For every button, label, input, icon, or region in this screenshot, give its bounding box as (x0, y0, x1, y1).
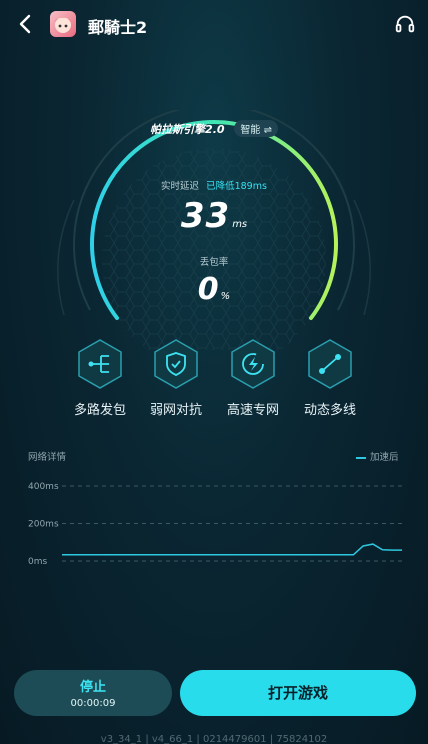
ping-readout: 33 ms (0, 196, 428, 236)
feature-label: 弱网对抗 (149, 403, 202, 418)
stop-button[interactable]: 停止 00:00:09 (14, 670, 172, 716)
latency-drop: 已降低189ms (206, 181, 267, 192)
ping-value: 33 (180, 196, 231, 236)
loss-unit: % (220, 291, 231, 302)
y-tick-label: 200ms (28, 520, 59, 530)
headset-icon[interactable] (394, 13, 416, 35)
feature-multipath[interactable]: 多路发包 (60, 338, 140, 418)
lightning-icon (231, 339, 275, 389)
game-icon (50, 11, 76, 37)
top-bar: 郵騎士2 (0, 0, 428, 50)
engine-mode-toggle[interactable]: 智能 ⇌ (234, 120, 278, 137)
network-chart: 400ms 200ms 0ms (28, 482, 402, 567)
y-tick-label: 400ms (28, 482, 59, 492)
game-title: 郵騎士2 (88, 18, 148, 37)
loss-value: 0 (197, 272, 219, 307)
realtime-label: 实时延迟 (161, 181, 200, 192)
engine-brand: 帕拉斯引擎2.0 (150, 122, 225, 136)
feature-label: 多路发包 (73, 403, 126, 418)
ping-unit: ms (232, 219, 248, 230)
feature-label: 高速专网 (226, 403, 279, 418)
open-game-button[interactable]: 打开游戏 (180, 670, 416, 716)
packet-loss-readout: 0% (0, 272, 428, 307)
y-tick-label: 0ms (28, 557, 47, 567)
feature-weak-network[interactable]: 弱网对抗 (136, 338, 216, 418)
feature-dynamic-multiline[interactable]: 动态多线 (290, 338, 370, 418)
shield-check-icon (154, 339, 198, 389)
engine-badge: 帕拉斯引擎2.0 智能 ⇌ (0, 120, 428, 137)
route-icon (308, 339, 352, 389)
realtime-latency-row: 实时延迟 已降低189ms (0, 178, 428, 192)
series-line-accelerated (62, 543, 402, 556)
stop-label: 停止 (79, 680, 106, 695)
feature-high-speed[interactable]: 高速专网 (213, 338, 293, 418)
packet-loss-label: 丢包率 (199, 257, 229, 268)
feature-label: 动态多线 (303, 403, 356, 418)
elapsed-timer: 00:00:09 (70, 698, 116, 709)
back-arrow-icon[interactable] (14, 12, 38, 36)
multipath-icon (78, 339, 122, 389)
version-info: v3_34_1 | v4_66_1 | 0214479601 | 7582410… (100, 734, 328, 744)
